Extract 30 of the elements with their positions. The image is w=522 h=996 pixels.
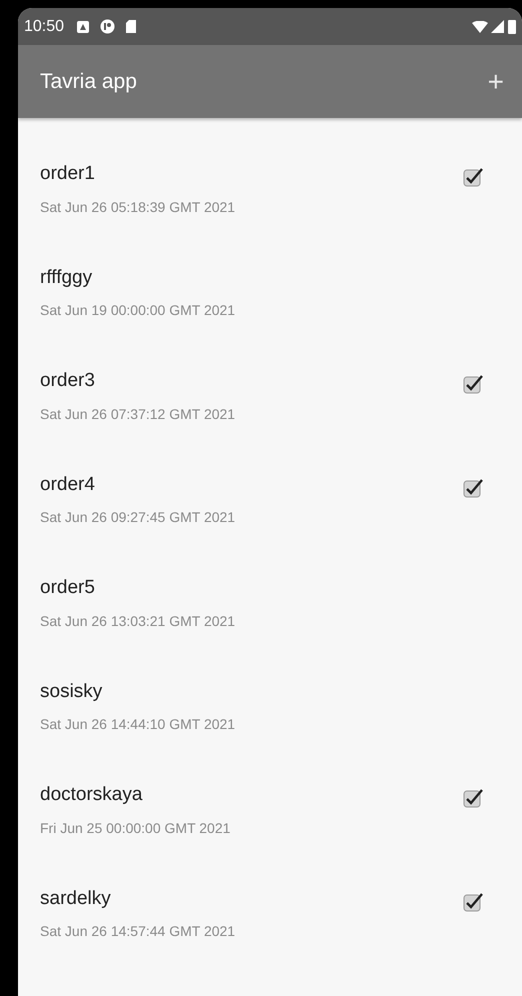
add-button[interactable]: + bbox=[484, 68, 508, 96]
order-name: rfffggy bbox=[40, 266, 94, 290]
order-name: doctorskaya bbox=[40, 783, 144, 807]
order-date: Fri Jun 25 00:00:00 GMT 2021 bbox=[40, 818, 230, 838]
order-date: Sat Jun 26 14:57:44 GMT 2021 bbox=[40, 922, 236, 942]
app-title: Tavria app bbox=[40, 68, 137, 95]
notification-icon bbox=[76, 20, 90, 34]
order-name: sardelky bbox=[40, 886, 112, 910]
checkbox[interactable] bbox=[462, 890, 484, 912]
notification-icon bbox=[100, 19, 116, 34]
order-name: order1 bbox=[40, 162, 96, 186]
order-date: Sat Jun 26 13:03:21 GMT 2021 bbox=[40, 612, 236, 631]
checkbox[interactable] bbox=[462, 787, 484, 809]
order-date: Sat Jun 26 09:27:45 GMT 2021 bbox=[40, 508, 236, 528]
order-name: order4 bbox=[40, 472, 96, 496]
checkbox[interactable] bbox=[462, 166, 484, 188]
order-name: order5 bbox=[40, 576, 96, 600]
order-date: Sat Jun 26 05:18:39 GMT 2021 bbox=[40, 198, 236, 217]
checkbox[interactable] bbox=[462, 476, 484, 498]
order-date: Sat Jun 26 07:37:12 GMT 2021 bbox=[40, 404, 236, 424]
order-date: Sat Jun 19 00:00:00 GMT 2021 bbox=[40, 301, 236, 320]
status-time: 10:50 bbox=[24, 16, 64, 36]
order-name: order3 bbox=[40, 369, 96, 393]
battery-icon bbox=[508, 19, 516, 34]
sd-card-icon bbox=[125, 19, 138, 34]
checkbox[interactable] bbox=[462, 373, 484, 395]
order-name: sosisky bbox=[40, 680, 104, 704]
order-date: Sat Jun 26 14:44:10 GMT 2021 bbox=[40, 715, 236, 734]
signal-icon bbox=[491, 20, 504, 33]
wifi-icon bbox=[472, 20, 488, 32]
